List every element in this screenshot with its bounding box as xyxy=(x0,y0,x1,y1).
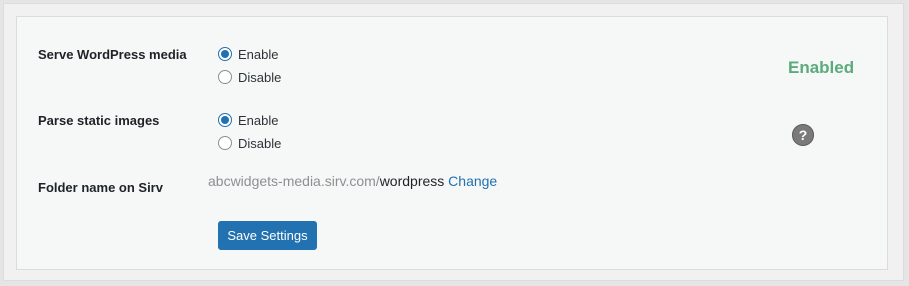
radio-unselected-icon xyxy=(218,136,232,150)
folder-domain: abcwidgets-media.sirv.com/ xyxy=(208,173,380,189)
change-folder-link[interactable]: Change xyxy=(448,173,497,189)
radio-label: Enable xyxy=(238,112,279,128)
folder-path-value: wordpress xyxy=(379,173,445,189)
save-settings-button[interactable]: Save Settings xyxy=(218,221,317,250)
serve-media-disable-radio[interactable]: Disable xyxy=(218,68,281,86)
radio-label: Enable xyxy=(238,46,279,62)
help-glyph: ? xyxy=(798,127,808,143)
serve-media-label: Serve WordPress media xyxy=(38,47,187,62)
radio-unselected-icon xyxy=(218,70,232,84)
parse-static-disable-radio[interactable]: Disable xyxy=(218,134,281,152)
radio-label: Disable xyxy=(238,135,282,151)
folder-name-label: Folder name on Sirv xyxy=(38,180,163,195)
parse-static-label: Parse static images xyxy=(38,113,160,128)
radio-selected-icon xyxy=(218,47,232,61)
serve-media-enable-radio[interactable]: Enable xyxy=(218,45,278,63)
parse-static-enable-radio[interactable]: Enable xyxy=(218,111,278,129)
radio-label: Disable xyxy=(238,69,282,85)
radio-selected-icon xyxy=(218,113,232,127)
question-mark-icon[interactable]: ? xyxy=(792,124,814,146)
status-badge: Enabled xyxy=(788,58,855,77)
folder-path: abcwidgets-media.sirv.com/wordpress Chan… xyxy=(208,173,497,189)
